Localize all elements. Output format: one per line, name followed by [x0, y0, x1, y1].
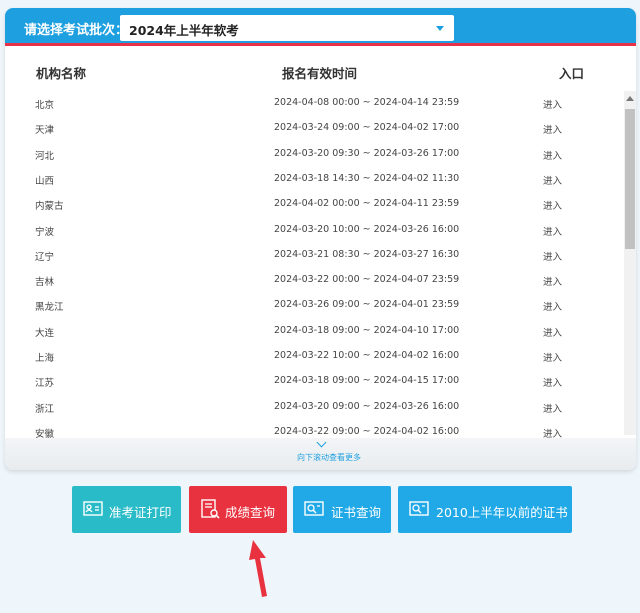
institution-name: 吉林: [35, 277, 55, 289]
admission-ticket-print-label: 准考证打印: [109, 505, 172, 520]
institution-name: 安徽: [35, 428, 55, 438]
institution-name: 河北: [35, 150, 55, 162]
exam-registration-panel: 请选择考试批次： 2024年上半年软考 机构名称 报名有效时间 入口 北京 202…: [5, 8, 636, 470]
scroll-more-text: 向下滚动查看更多: [297, 453, 361, 462]
table-row: 河北 2024-03-20 09:30 ~ 2024-03-26 17:00 进入: [5, 142, 625, 167]
institution-name: 江苏: [35, 378, 55, 390]
table-row: 浙江 2024-03-20 09:00 ~ 2024-03-26 16:00 进入: [5, 395, 625, 420]
enter-link[interactable]: 进入: [543, 97, 562, 111]
table-row: 安徽 2024-03-22 09:00 ~ 2024-04-02 16:00 进入: [5, 420, 625, 438]
chevron-down-icon: [316, 437, 327, 448]
registration-time: 2024-03-20 09:00 ~ 2024-03-26 16:00: [274, 400, 460, 412]
id-card-icon: [83, 501, 103, 516]
institution-name: 辽宁: [35, 251, 55, 263]
column-header-institution: 机构名称: [36, 66, 87, 81]
institution-name: 北京: [35, 100, 55, 111]
registration-time: 2024-03-20 09:30 ~ 2024-03-26 17:00: [274, 147, 460, 159]
institution-name: 浙江: [35, 403, 55, 415]
red-arrow-icon: [249, 540, 267, 597]
enter-link[interactable]: 进入: [543, 401, 562, 415]
certificate-search-icon: [409, 501, 429, 516]
enter-link[interactable]: 进入: [543, 299, 562, 313]
institution-name: 大连: [35, 327, 55, 339]
registration-time: 2024-03-24 09:00 ~ 2024-04-02 17:00: [274, 122, 460, 134]
table-row: 天津 2024-03-24 09:00 ~ 2024-04-02 17:00 进入: [5, 116, 625, 141]
report-search-icon: [201, 499, 220, 519]
table-row: 大连 2024-03-18 09:00 ~ 2024-04-10 17:00 进入: [5, 319, 625, 344]
table-row: 辽宁 2024-03-21 08:30 ~ 2024-03-27 16:30 进入: [5, 243, 625, 268]
certificate-query-button[interactable]: 证书查询: [293, 486, 391, 533]
table-row: 江苏 2024-03-18 09:00 ~ 2024-04-15 17:00 进入: [5, 369, 625, 394]
enter-link[interactable]: 进入: [543, 274, 562, 288]
registration-time: 2024-04-08 00:00 ~ 2024-04-14 23:59: [274, 97, 460, 108]
table-row: 山西 2024-03-18 14:30 ~ 2024-04-02 11:30 进入: [5, 167, 625, 192]
chevron-down-icon: [436, 26, 444, 31]
table-row: 内蒙古 2024-04-02 00:00 ~ 2024-04-11 23:59 进入: [5, 192, 625, 217]
registration-time: 2024-03-22 10:00 ~ 2024-04-02 16:00: [274, 350, 460, 361]
batch-select[interactable]: 2024年上半年软考: [120, 15, 454, 41]
batch-label: 请选择考试批次：: [24, 23, 129, 38]
scroll-up-icon[interactable]: [626, 96, 634, 101]
institution-name: 天津: [35, 125, 55, 137]
table-row: 吉林 2024-03-22 00:00 ~ 2024-04-07 23:59 进入: [5, 268, 625, 293]
admission-ticket-print-button[interactable]: 准考证打印: [72, 486, 181, 533]
registration-time: 2024-04-02 00:00 ~ 2024-04-11 23:59: [274, 198, 460, 210]
table-row: 上海 2024-03-22 10:00 ~ 2024-04-02 16:00 进入: [5, 344, 625, 369]
column-header-entry: 入口: [559, 66, 585, 81]
enter-link[interactable]: 进入: [543, 198, 562, 212]
institution-name: 内蒙古: [35, 201, 64, 213]
registration-time: 2024-03-26 09:00 ~ 2024-04-01 23:59: [274, 299, 460, 311]
score-query-label: 成绩查询: [225, 505, 276, 520]
enter-link[interactable]: 进入: [543, 148, 562, 162]
institution-list: 北京 2024-04-08 00:00 ~ 2024-04-14 23:59 进入天…: [5, 91, 625, 438]
column-header-registration-time: 报名有效时间: [282, 66, 358, 81]
enter-link[interactable]: 进入: [543, 249, 562, 263]
scrollbar-thumb[interactable]: [625, 109, 635, 249]
enter-link[interactable]: 进入: [543, 426, 562, 438]
table-row: 宁波 2024-03-20 10:00 ~ 2024-03-26 16:00 进入: [5, 218, 625, 243]
enter-link[interactable]: 进入: [543, 173, 562, 187]
list-scrollbar[interactable]: [624, 91, 636, 435]
institution-name: 黑龙江: [35, 302, 64, 314]
enter-link[interactable]: 进入: [543, 350, 562, 364]
certificate-search-icon: [304, 501, 324, 516]
registration-time: 2024-03-22 09:00 ~ 2024-04-02 16:00: [274, 425, 460, 437]
enter-link[interactable]: 进入: [543, 224, 562, 238]
scroll-more-bar[interactable]: 向下滚动查看更多: [5, 437, 636, 470]
registration-time: 2024-03-18 09:00 ~ 2024-04-15 17:00: [274, 375, 460, 387]
certificate-query-label: 证书查询: [331, 505, 382, 520]
batch-select-value: 2024年上半年软考: [129, 23, 239, 38]
batch-header: 请选择考试批次： 2024年上半年软考: [5, 8, 636, 46]
enter-link[interactable]: 进入: [543, 122, 562, 136]
institution-name: 上海: [35, 353, 55, 364]
institution-name: 山西: [35, 175, 55, 187]
registration-time: 2024-03-18 09:00 ~ 2024-04-10 17:00: [274, 324, 460, 336]
enter-link[interactable]: 进入: [543, 325, 562, 339]
registration-time: 2024-03-22 00:00 ~ 2024-04-07 23:59: [274, 274, 460, 286]
pre-2010-certificate-label: 2010上半年以前的证书: [436, 505, 568, 520]
enter-link[interactable]: 进入: [543, 375, 562, 389]
table-row: 北京 2024-04-08 00:00 ~ 2024-04-14 23:59 进入: [5, 91, 625, 116]
pre-2010-certificate-button[interactable]: 2010上半年以前的证书: [398, 486, 572, 533]
score-query-button[interactable]: 成绩查询: [189, 486, 287, 533]
registration-time: 2024-03-21 08:30 ~ 2024-03-27 16:30: [274, 248, 460, 260]
table-row: 黑龙江 2024-03-26 09:00 ~ 2024-04-01 23:59 进入: [5, 293, 625, 318]
registration-time: 2024-03-18 14:30 ~ 2024-04-02 11:30: [274, 172, 460, 184]
institution-name: 宁波: [35, 226, 55, 238]
registration-time: 2024-03-20 10:00 ~ 2024-03-26 16:00: [274, 223, 460, 235]
